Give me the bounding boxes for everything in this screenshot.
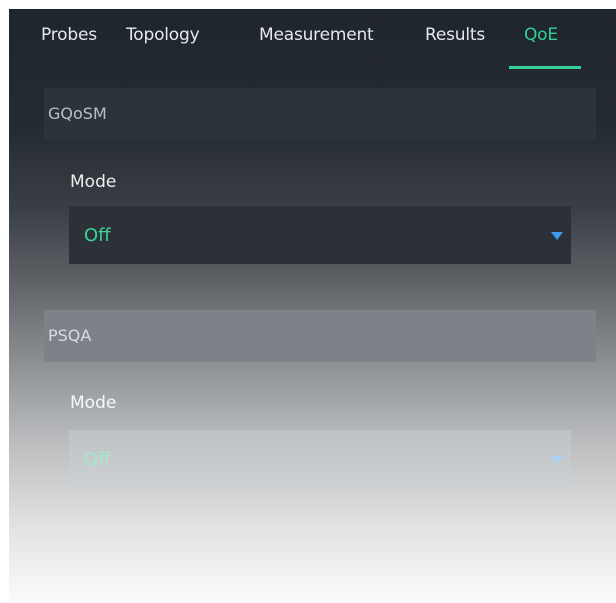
tab-probes[interactable]: Probes [41, 25, 97, 71]
tab-qoe[interactable]: QoE [524, 25, 558, 71]
gqosm-mode-dropdown[interactable]: Off [69, 206, 571, 264]
tab-results[interactable]: Results [425, 25, 485, 71]
tab-bar: Probes Topology Measurement Results QoE [9, 9, 616, 71]
tab-measurement[interactable]: Measurement [259, 25, 374, 71]
qoe-settings-panel: Probes Topology Measurement Results QoE … [9, 9, 616, 603]
psqa-mode-value: Off [84, 449, 111, 470]
section-header-psqa: PSQA [44, 310, 596, 362]
triangle-down-icon [551, 456, 563, 464]
active-tab-indicator [509, 66, 581, 69]
tab-topology[interactable]: Topology [126, 25, 200, 71]
triangle-down-icon [551, 232, 563, 240]
gqosm-mode-value: Off [84, 225, 111, 246]
psqa-mode-dropdown[interactable]: Off [69, 430, 571, 488]
section-header-gqosm: GQoSM [44, 88, 596, 140]
psqa-mode-label: Mode [70, 393, 117, 413]
gqosm-mode-label: Mode [70, 172, 117, 192]
